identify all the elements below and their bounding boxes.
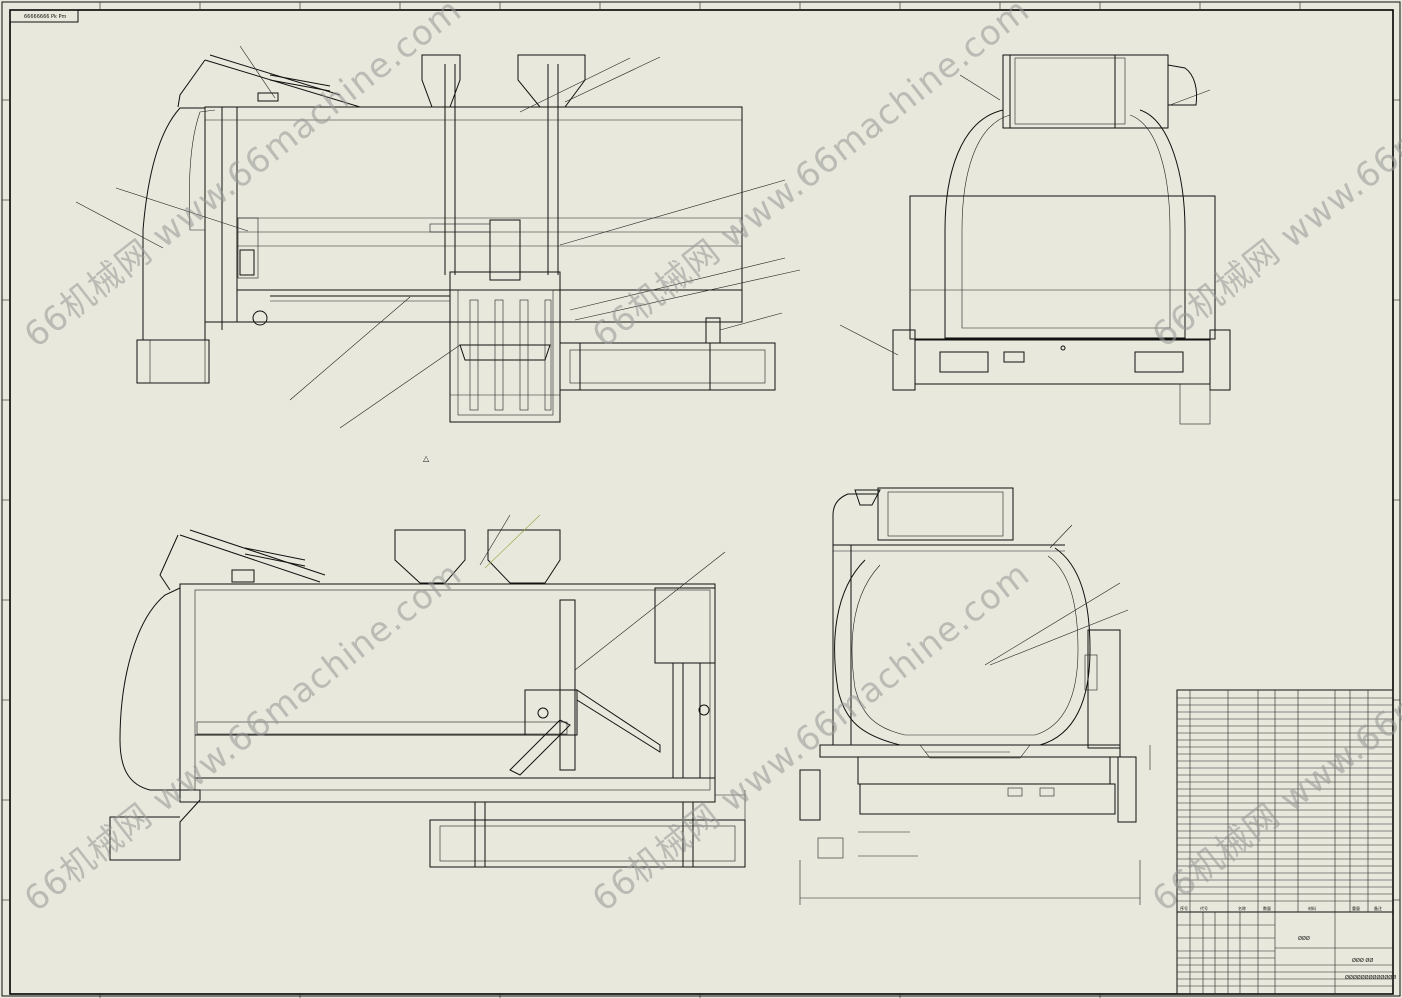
title-block-name: ØØØ ØØ bbox=[1352, 958, 1374, 964]
bom-header-weight: 重量 bbox=[1352, 906, 1360, 911]
drawing-sheet: △ 66666666 Pk Pm ØØØ ØØØ ØØ ØØØØØØØØØØØØ… bbox=[0, 0, 1402, 998]
bom-header-material: 材料 bbox=[1308, 906, 1316, 911]
header-label: 66666666 Pk Pm bbox=[24, 14, 67, 20]
center-mark-text: △ bbox=[423, 454, 430, 463]
title-block-center: ØØØ bbox=[1298, 936, 1310, 942]
bom-header-code: 代号 bbox=[1200, 906, 1208, 911]
bom-header-qty: 数量 bbox=[1263, 906, 1271, 911]
title-block bbox=[1176, 911, 1394, 995]
bom-header-remark: 备注 bbox=[1374, 906, 1382, 911]
title-block-code: ØØØØØØØØØØØØØ bbox=[1345, 975, 1397, 981]
bom-header-name: 名称 bbox=[1238, 906, 1246, 911]
